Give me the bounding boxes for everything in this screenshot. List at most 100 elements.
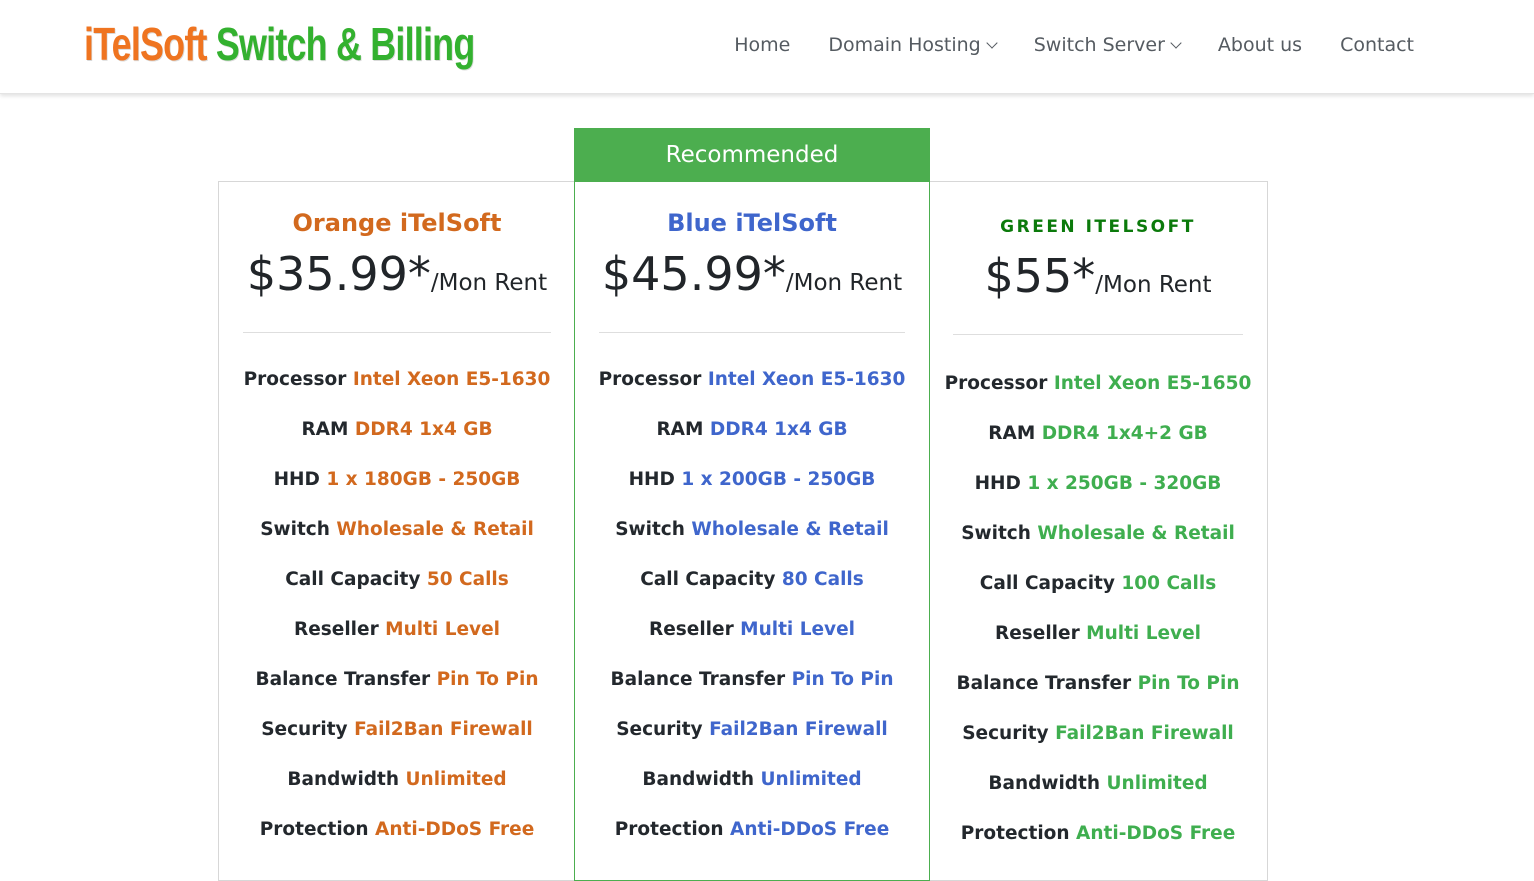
feature-list: Processor Intel Xeon E5-1630 RAM DDR4 1x… [575, 355, 929, 855]
feature-item: Reseller Multi Level [929, 609, 1267, 659]
price-unit: /Mon Rent [1095, 272, 1212, 298]
chevron-down-icon [1170, 36, 1182, 49]
feature-value: Fail2Ban Firewall [354, 719, 533, 740]
feature-item: RAM DDR4 1x4 GB [219, 405, 575, 455]
feature-value: Wholesale & Retail [1037, 523, 1235, 544]
feature-item: Security Fail2Ban Firewall [219, 705, 575, 755]
feature-item: Processor Intel Xeon E5-1630 [219, 355, 575, 405]
nav-contact[interactable]: Contact [1340, 34, 1414, 56]
feature-item: Protection Anti-DDoS Free [575, 805, 929, 855]
feature-value: Fail2Ban Firewall [1055, 723, 1234, 744]
feature-list: Processor Intel Xeon E5-1650 RAM DDR4 1x… [929, 359, 1267, 859]
nav-domain-hosting[interactable]: Domain Hosting [828, 34, 998, 56]
feature-label: Balance Transfer [956, 673, 1132, 694]
feature-label: HHD [628, 469, 675, 490]
nav-switch-server[interactable]: Switch Server [1034, 34, 1182, 56]
feature-label: Call Capacity [979, 573, 1115, 594]
feature-value: Wholesale & Retail [336, 519, 534, 540]
feature-value: Pin To Pin [436, 669, 539, 690]
feature-item: HHD 1 x 180GB - 250GB [219, 455, 575, 505]
feature-value: 80 Calls [781, 569, 864, 590]
feature-item: Call Capacity 50 Calls [219, 555, 575, 605]
feature-label: Bandwidth [988, 773, 1101, 794]
feature-label: Call Capacity [285, 569, 421, 590]
chevron-down-icon [986, 36, 998, 49]
feature-value: Intel Xeon E5-1630 [707, 369, 906, 390]
feature-label: Bandwidth [642, 769, 755, 790]
divider [953, 334, 1243, 335]
plan-card-orange: Orange iTelSoft $35.99*/Mon Rent Process… [218, 181, 575, 881]
feature-item: Balance Transfer Pin To Pin [219, 655, 575, 705]
feature-label: Call Capacity [640, 569, 776, 590]
feature-item: Balance Transfer Pin To Pin [575, 655, 929, 705]
price-amount: $55* [984, 249, 1096, 303]
feature-value: Wholesale & Retail [691, 519, 889, 540]
feature-item: Processor Intel Xeon E5-1650 [929, 359, 1267, 409]
feature-label: Processor [598, 369, 702, 390]
feature-list: Processor Intel Xeon E5-1630 RAM DDR4 1x… [219, 355, 575, 855]
divider [243, 332, 551, 333]
feature-value: DDR4 1x4 GB [709, 419, 848, 440]
feature-item: Reseller Multi Level [219, 605, 575, 655]
feature-value: Multi Level [1086, 623, 1201, 644]
plan-price: $55*/Mon Rent [929, 249, 1267, 305]
nav-domain-hosting-label: Domain Hosting [828, 34, 981, 56]
feature-item: Protection Anti-DDoS Free [929, 809, 1267, 859]
feature-value: Pin To Pin [791, 669, 894, 690]
feature-value: Intel Xeon E5-1650 [1053, 373, 1252, 394]
feature-value: 100 Calls [1121, 573, 1217, 594]
feature-item: RAM DDR4 1x4 GB [575, 405, 929, 455]
feature-item: Security Fail2Ban Firewall [575, 705, 929, 755]
feature-label: Processor [944, 373, 1048, 394]
feature-label: Protection [259, 819, 369, 840]
feature-label: Switch [961, 523, 1031, 544]
price-unit: /Mon Rent [430, 270, 548, 296]
feature-value: 1 x 250GB - 320GB [1027, 473, 1222, 494]
site-logo[interactable]: iTelSoft Switch & Billing [84, 14, 475, 74]
feature-label: Reseller [648, 619, 734, 640]
feature-value: 1 x 180GB - 250GB [326, 469, 521, 490]
logo-text-brand: iTelSoft [84, 18, 207, 70]
price-unit: /Mon Rent [785, 270, 903, 296]
feature-item: HHD 1 x 200GB - 250GB [575, 455, 929, 505]
feature-value: Unlimited [405, 769, 507, 790]
feature-item: Protection Anti-DDoS Free [219, 805, 575, 855]
feature-item: Call Capacity 100 Calls [929, 559, 1267, 609]
feature-label: Balance Transfer [610, 669, 786, 690]
nav-about-us[interactable]: About us [1218, 34, 1302, 56]
plan-title: Orange iTelSoft [292, 209, 502, 237]
feature-item: Call Capacity 80 Calls [575, 555, 929, 605]
top-navbar: iTelSoft Switch & Billing Home Domain Ho… [0, 0, 1534, 94]
feature-item: Security Fail2Ban Firewall [929, 709, 1267, 759]
price-amount: $45.99* [601, 247, 786, 301]
feature-label: Security [261, 719, 348, 740]
feature-label: Security [616, 719, 703, 740]
feature-value: Fail2Ban Firewall [709, 719, 888, 740]
feature-value: Anti-DDoS Free [730, 819, 890, 840]
nav-about-us-label: About us [1217, 34, 1303, 56]
feature-label: Bandwidth [287, 769, 400, 790]
plan-title: Blue iTelSoft [667, 209, 837, 237]
feature-label: Security [962, 723, 1049, 744]
feature-value: Unlimited [1106, 773, 1208, 794]
main-nav: Home Domain Hosting Switch Server About … [696, 30, 1414, 60]
plan-title: Green iTelSoft [1000, 217, 1196, 237]
nav-home[interactable]: Home [734, 34, 790, 56]
feature-value: Multi Level [385, 619, 500, 640]
recommended-badge: Recommended [574, 128, 930, 182]
feature-label: HHD [974, 473, 1021, 494]
feature-item: Bandwidth Unlimited [219, 755, 575, 805]
pricing-table: Orange iTelSoft $35.99*/Mon Rent Process… [218, 181, 1268, 881]
feature-label: HHD [273, 469, 320, 490]
feature-label: Balance Transfer [255, 669, 431, 690]
feature-item: Balance Transfer Pin To Pin [929, 659, 1267, 709]
feature-label: Switch [615, 519, 685, 540]
feature-value: DDR4 1x4 GB [354, 419, 493, 440]
plan-price: $45.99*/Mon Rent [575, 247, 929, 303]
price-amount: $35.99* [246, 247, 431, 301]
feature-value: Unlimited [760, 769, 862, 790]
feature-value: 50 Calls [426, 569, 509, 590]
feature-item: RAM DDR4 1x4+2 GB [929, 409, 1267, 459]
feature-label: Reseller [293, 619, 379, 640]
feature-item: HHD 1 x 250GB - 320GB [929, 459, 1267, 509]
